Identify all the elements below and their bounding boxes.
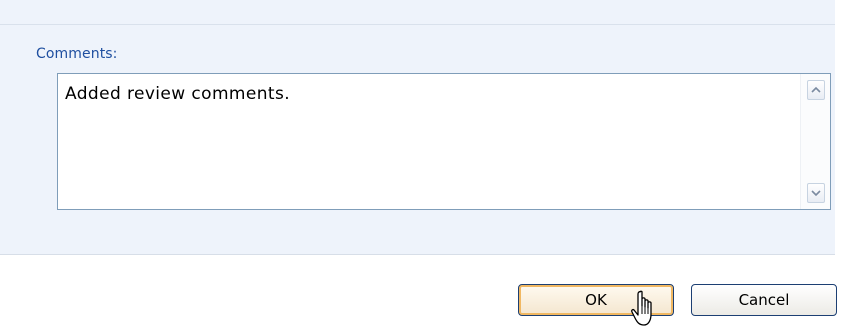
top-divider — [0, 0, 835, 25]
dialog: Comments: Added review comments. OK Canc… — [0, 0, 842, 335]
cancel-button[interactable]: Cancel — [691, 284, 837, 316]
hand-pointer-cursor-icon — [631, 290, 652, 326]
chevron-down-icon — [811, 190, 821, 197]
vertical-scrollbar[interactable] — [800, 74, 830, 209]
comments-panel: Comments: Added review comments. — [0, 0, 835, 255]
comments-textarea[interactable]: Added review comments. — [57, 73, 831, 210]
chevron-up-icon — [811, 86, 821, 93]
comments-label: Comments: — [36, 46, 118, 62]
comments-text[interactable]: Added review comments. — [65, 84, 290, 104]
scroll-up-button[interactable] — [807, 80, 825, 100]
scroll-down-button[interactable] — [807, 183, 825, 203]
